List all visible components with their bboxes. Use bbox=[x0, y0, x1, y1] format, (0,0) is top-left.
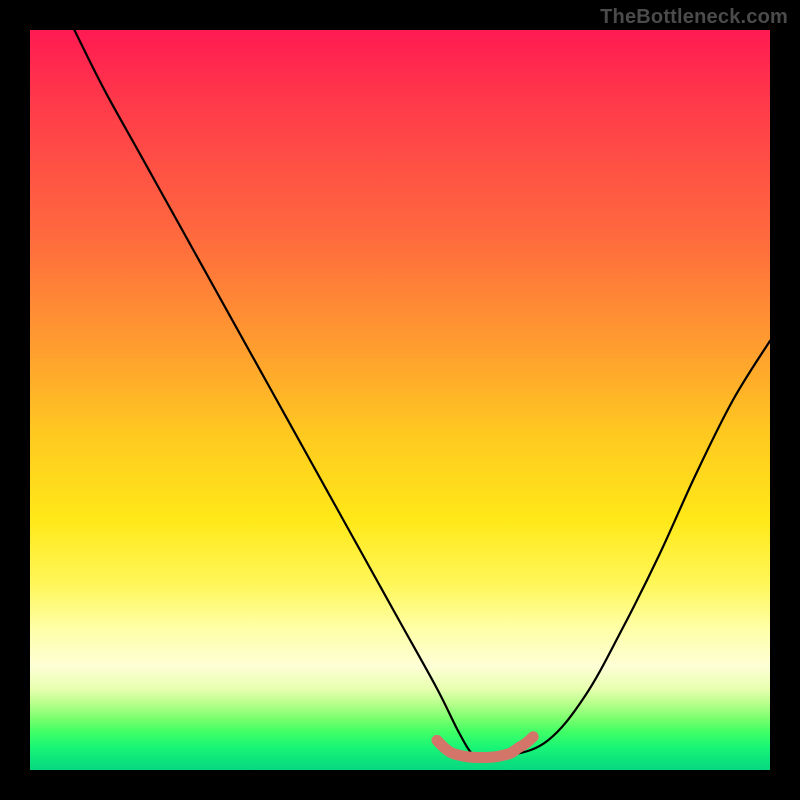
plot-area bbox=[30, 30, 770, 770]
curve-layer bbox=[30, 30, 770, 770]
chart-frame: TheBottleneck.com bbox=[0, 0, 800, 800]
bottleneck-curve bbox=[74, 30, 770, 757]
watermark-text: TheBottleneck.com bbox=[600, 6, 788, 29]
